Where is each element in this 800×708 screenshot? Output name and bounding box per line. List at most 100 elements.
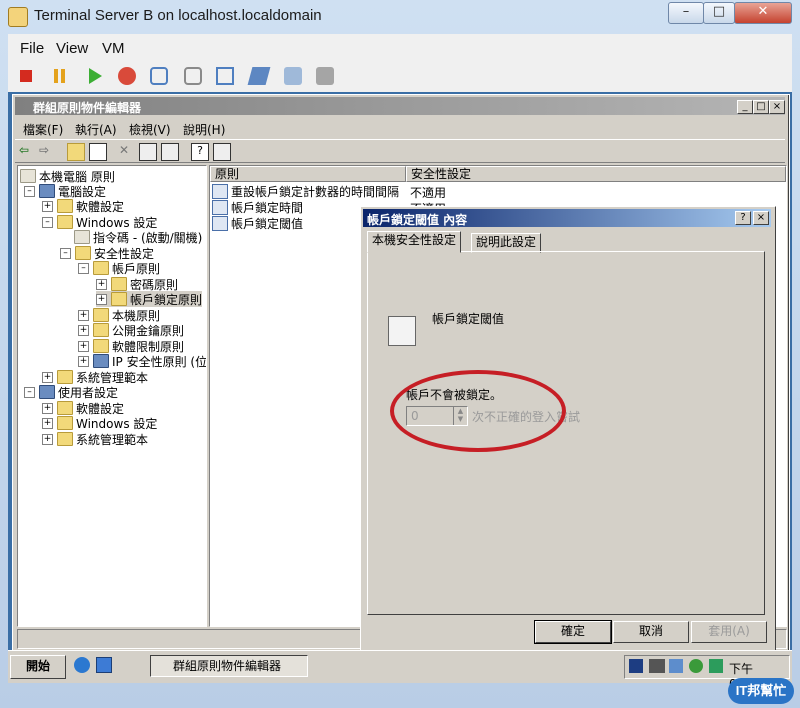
dialog-help-button[interactable]: ? xyxy=(735,211,751,225)
row-setting: 不適用 xyxy=(410,186,447,200)
watermark-logo: IT邦幫忙 xyxy=(728,678,794,704)
ime-icon[interactable] xyxy=(629,659,643,673)
revert-icon[interactable] xyxy=(184,67,202,85)
unity-icon[interactable] xyxy=(316,67,334,85)
snapshot-manager-icon[interactable] xyxy=(216,67,234,85)
settings-icon[interactable] xyxy=(247,67,271,85)
tree-label: 使用者設定 xyxy=(58,385,119,400)
window-title: Terminal Server B on localhost.localdoma… xyxy=(34,7,322,24)
highlight-ellipse xyxy=(390,370,566,452)
tree-label: Windows 設定 xyxy=(76,416,158,431)
vm-menubar: File View VM xyxy=(8,34,792,60)
list-row[interactable]: 帳戶鎖定閾值 xyxy=(212,215,303,231)
taskbar-gpe-task[interactable]: 群組原則物件編輯器 xyxy=(150,655,308,677)
close-button[interactable]: ✕ xyxy=(734,2,792,24)
menu-vm[interactable]: VM xyxy=(102,40,125,57)
update-icon[interactable] xyxy=(709,659,723,673)
tree-label: 公開金鑰原則 xyxy=(112,323,185,338)
gpe-minimize-button[interactable]: _ xyxy=(737,100,753,114)
ok-button[interactable]: 確定 xyxy=(535,621,611,643)
list-row[interactable]: 帳戶鎖定時間 xyxy=(212,199,303,215)
policy-icon xyxy=(212,199,228,215)
taskbar: 開始 群組原則物件編輯器 下午 04:10 xyxy=(8,650,792,691)
tree-label: 軟體設定 xyxy=(76,199,125,214)
row-policy: 帳戶鎖定時間 xyxy=(231,200,304,215)
vmware-tools-icon[interactable] xyxy=(649,659,665,673)
gpe-menu-action[interactable]: 執行(A) xyxy=(75,121,117,138)
gpe-menu-view[interactable]: 檢視(V) xyxy=(129,121,171,138)
gpe-menu-file[interactable]: 檔案(F) xyxy=(23,121,63,138)
security-icon[interactable] xyxy=(689,659,703,673)
tree-node-account-lockout-policy[interactable]: + 帳戶鎖定原則 xyxy=(96,291,203,307)
vmware-window: Terminal Server B on localhost.localdoma… xyxy=(0,0,800,708)
properties-dialog: 帳戶鎖定閾值 內容 ? × 本機安全性設定 說明此設定 帳戶鎖定閾值 帳戶不會被… xyxy=(360,206,776,652)
maximize-button[interactable]: □ xyxy=(703,2,735,24)
tab-local-security-setting[interactable]: 本機安全性設定 xyxy=(367,231,462,253)
window-titlebar: Terminal Server B on localhost.localdoma… xyxy=(0,0,800,32)
policy-icon xyxy=(212,215,228,231)
policy-document-icon xyxy=(388,316,416,346)
tab-explain-setting[interactable]: 說明此設定 xyxy=(471,233,542,253)
system-tray: 下午 04:10 xyxy=(624,655,790,691)
row-policy: 重設帳戶鎖定計數器的時間間隔 xyxy=(231,184,400,199)
console-icon[interactable] xyxy=(213,143,231,161)
gpe-menubar: 檔案(F) 執行(A) 檢視(V) 說明(H) xyxy=(15,117,785,137)
gpe-titlebar: 群組原則物件編輯器 _ □ × xyxy=(15,97,785,115)
properties-icon[interactable] xyxy=(139,143,157,161)
dialog-title: 帳戶鎖定閾值 內容 xyxy=(367,213,468,227)
minimize-button[interactable]: – xyxy=(668,2,704,24)
vm-toolbar xyxy=(8,60,792,93)
menu-view[interactable]: View xyxy=(56,40,88,57)
delete-icon[interactable]: ✕ xyxy=(119,143,135,159)
pause-icon[interactable] xyxy=(52,69,70,87)
row-policy: 帳戶鎖定閾值 xyxy=(231,216,304,231)
help-icon[interactable]: ? xyxy=(191,143,209,161)
tree-node-user-windows-settings[interactable]: + Windows 設定 xyxy=(42,415,157,431)
gpe-close-button[interactable]: × xyxy=(769,100,785,114)
reset-icon[interactable] xyxy=(118,67,136,85)
dialog-titlebar: 帳戶鎖定閾值 內容 ? × xyxy=(363,209,771,227)
tree-node-scripts[interactable]: 指令碼 - (啟動/關機) xyxy=(74,229,202,245)
tree-label: IP 安全性原則 (位 xyxy=(112,354,207,369)
forward-arrow-icon[interactable]: ⇨ xyxy=(39,143,55,159)
column-header-setting[interactable]: 安全性設定 xyxy=(406,166,786,182)
column-header-policy[interactable]: 原則 xyxy=(210,166,406,182)
vmware-app-icon xyxy=(8,7,28,27)
back-arrow-icon[interactable]: ⇦ xyxy=(19,143,35,159)
start-button[interactable]: 開始 xyxy=(10,655,66,679)
tree-node-user-config[interactable]: – 使用者設定 xyxy=(24,384,118,400)
network-icon[interactable] xyxy=(669,659,683,673)
export-list-icon[interactable] xyxy=(161,143,179,161)
internet-explorer-icon[interactable] xyxy=(74,657,90,673)
tree-node-software-settings[interactable]: + 軟體設定 xyxy=(42,198,124,214)
tree-node-public-key-policies[interactable]: + 公開金鑰原則 xyxy=(78,322,184,338)
dialog-close-button[interactable]: × xyxy=(753,211,769,225)
gpe-menu-help[interactable]: 說明(H) xyxy=(183,121,225,138)
show-tree-icon[interactable] xyxy=(89,143,107,161)
tree-label: 帳戶鎖定原則 xyxy=(130,292,203,307)
gpe-title: 群組原則物件編輯器 xyxy=(33,101,142,115)
tree-pane: 本機電腦 原則 – 電腦設定 + 軟體設定 – Windows 設定 指令碼 - (啟… xyxy=(17,165,207,627)
gpe-toolbar: ⇦ ⇨ ✕ ? xyxy=(15,139,785,163)
tab-panel: 帳戶鎖定閾值 帳戶不會被鎖定。 0 ▲ ▼ 次不正確的登入嘗試 xyxy=(367,251,765,615)
policy-name: 帳戶鎖定閾值 xyxy=(432,312,505,326)
tree-label: 系統管理範本 xyxy=(76,432,149,447)
tree-node-user-admin-templates[interactable]: + 系統管理範本 xyxy=(42,431,148,447)
tree-label: 指令碼 - (啟動/關機) xyxy=(93,230,203,245)
up-folder-icon[interactable] xyxy=(67,143,85,161)
list-row[interactable]: 重設帳戶鎖定計數器的時間間隔 xyxy=(212,183,399,199)
stop-icon[interactable] xyxy=(20,70,32,82)
tree-node-account-policies[interactable]: – 帳戶原則 xyxy=(78,260,160,276)
apply-button[interactable]: 套用(A) xyxy=(691,621,767,643)
menu-file[interactable]: File xyxy=(20,40,44,57)
cancel-button[interactable]: 取消 xyxy=(613,621,689,643)
tree-node-ip-security[interactable]: + IP 安全性原則 (位 xyxy=(78,353,207,369)
show-desktop-icon[interactable] xyxy=(96,657,112,673)
snapshot-icon[interactable] xyxy=(150,67,168,85)
tools-icon[interactable] xyxy=(284,67,302,85)
guest-desktop: 群組原則物件編輯器 _ □ × 檔案(F) 執行(A) 檢視(V) 說明(H) … xyxy=(8,92,792,682)
gpe-maximize-button[interactable]: □ xyxy=(753,100,769,114)
policy-icon xyxy=(212,183,228,199)
tree-label: 帳戶原則 xyxy=(112,261,161,276)
play-icon[interactable] xyxy=(86,67,104,85)
